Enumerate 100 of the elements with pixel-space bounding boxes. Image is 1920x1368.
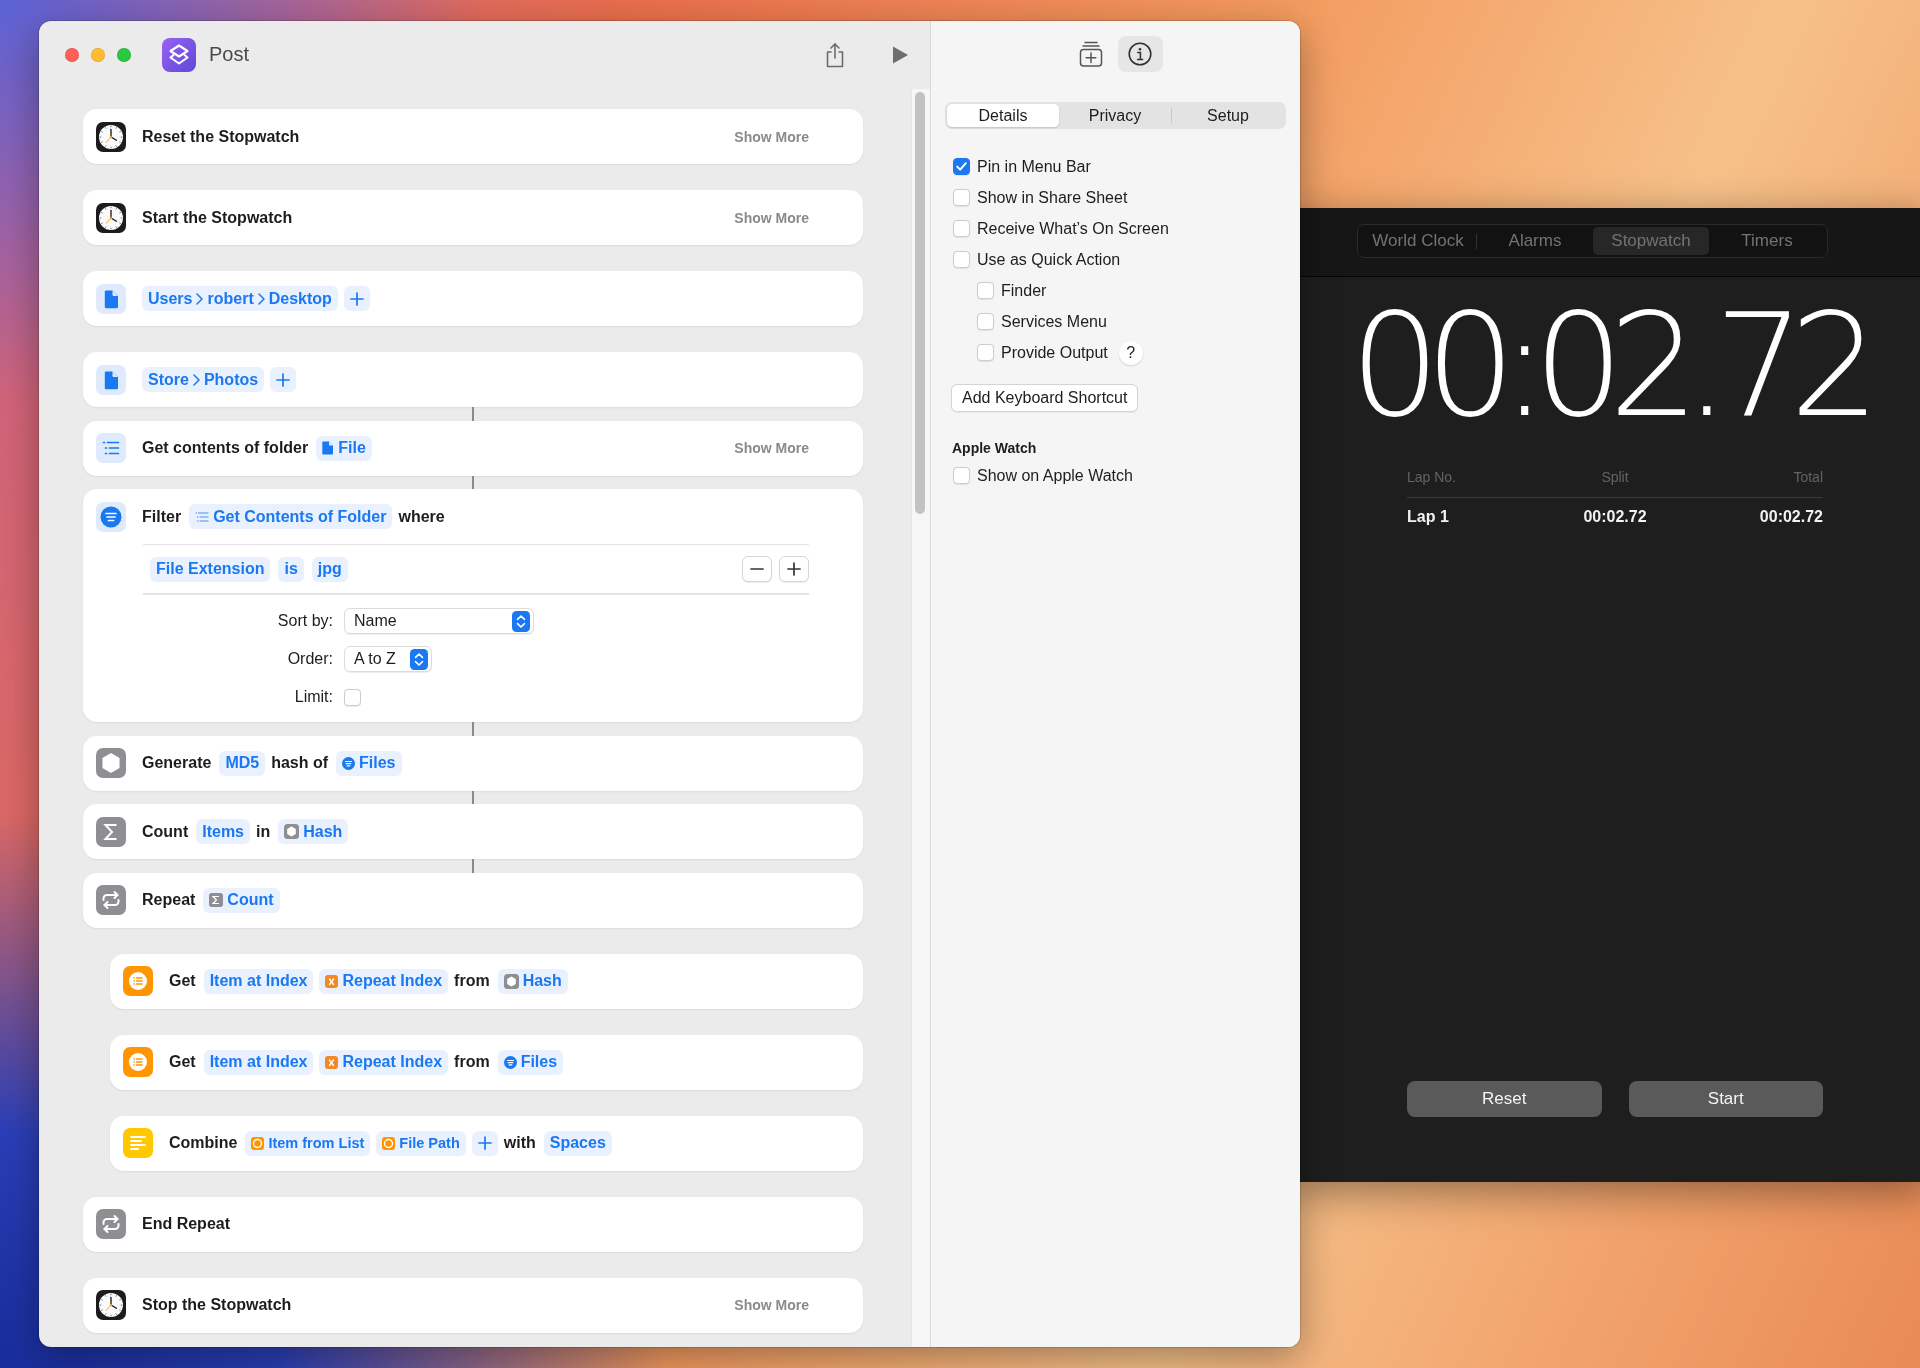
variable-token[interactable]: Files — [497, 1049, 564, 1075]
list-icon — [123, 1047, 153, 1077]
checkbox[interactable] — [953, 220, 970, 237]
text-lines-icon — [123, 1128, 153, 1158]
option-label: Pin in Menu Bar — [977, 157, 1091, 176]
parameter-token[interactable]: is — [278, 556, 304, 582]
field-label: Limit: — [294, 688, 333, 706]
add-condition-button[interactable] — [779, 556, 809, 582]
section-heading: Apple Watch — [952, 440, 1037, 456]
path-token[interactable]: Users robert Desktop — [142, 286, 338, 311]
checkbox[interactable] — [953, 189, 970, 206]
close-button[interactable] — [65, 47, 79, 62]
parameter-token[interactable]: Spaces — [543, 1130, 612, 1156]
parameter-token[interactable]: MD5 — [219, 750, 266, 776]
variable-token[interactable]: Hash — [497, 968, 568, 994]
sigma-icon — [96, 816, 126, 847]
action-label: where — [398, 507, 445, 526]
action-label: Get contents of folder — [142, 439, 309, 457]
action-label: Filter — [142, 507, 182, 526]
chevron-right-icon — [196, 292, 204, 305]
segment-tab[interactable]: Privacy — [1059, 104, 1171, 127]
action-label: Get — [169, 1053, 196, 1071]
action-label: from — [454, 972, 490, 990]
stopwatch-button[interactable]: Reset — [1407, 1081, 1602, 1117]
checkbox[interactable] — [953, 467, 970, 484]
add-button[interactable] — [270, 367, 297, 392]
path-token[interactable]: Store Photos — [142, 367, 265, 392]
info-icon — [1128, 42, 1152, 66]
checkmark-icon — [956, 162, 967, 171]
action-label: Reset the Stopwatch — [142, 127, 300, 146]
stopwatch-button[interactable]: Start — [1628, 1081, 1823, 1117]
chevron-right-icon — [257, 292, 265, 305]
checkbox[interactable] — [977, 313, 994, 330]
show-more-button[interactable]: Show More — [734, 440, 809, 456]
option-label: Receive What’s On Screen — [977, 219, 1169, 238]
checkbox[interactable] — [977, 282, 994, 299]
table-cell-text: 00:02.72 — [1583, 507, 1647, 527]
add-button[interactable] — [343, 286, 370, 311]
action-label: Generate — [142, 754, 212, 772]
segment-tab[interactable]: Alarms — [1477, 227, 1593, 255]
remove-condition-button[interactable] — [742, 556, 772, 582]
segment-tab[interactable]: Timers — [1709, 227, 1825, 255]
repeat-icon — [96, 885, 126, 915]
plus-icon — [349, 291, 364, 306]
popup-button[interactable]: A to Z — [344, 646, 432, 672]
stack-plus-icon — [1079, 41, 1103, 67]
help-button[interactable]: ? — [1118, 340, 1143, 365]
option-label: Finder — [1001, 281, 1047, 300]
parameter-token[interactable]: Item at Index — [203, 968, 314, 994]
keyboard-shortcut-button[interactable]: Add Keyboard Shortcut — [951, 384, 1139, 412]
variable-token[interactable]: Get Contents of Folder — [189, 504, 393, 529]
ring-icon — [382, 1136, 396, 1150]
segment-tab[interactable]: Setup — [1172, 104, 1284, 127]
popup-button[interactable]: Name — [344, 608, 534, 634]
field-label: Order: — [287, 650, 333, 668]
variable-token[interactable]: File Path — [376, 1130, 466, 1156]
clock-icon — [96, 1290, 126, 1320]
zoom-button[interactable] — [117, 47, 131, 62]
segment-tab[interactable]: Details — [947, 104, 1059, 127]
variable-token[interactable]: Files — [336, 750, 402, 776]
add-button[interactable] — [471, 1130, 498, 1156]
show-more-button[interactable]: Show More — [734, 1297, 809, 1313]
checkbox[interactable] — [953, 251, 970, 268]
list-icon — [123, 966, 153, 996]
column-header: Total — [1793, 468, 1823, 487]
parameter-token[interactable]: Item at Index — [203, 1049, 314, 1075]
checkbox[interactable] — [953, 158, 970, 175]
show-more-button[interactable]: Show More — [734, 209, 809, 226]
parameter-token[interactable]: File Extension — [150, 556, 271, 582]
field-label: Sort by: — [277, 612, 333, 630]
variable-token[interactable]: File — [316, 435, 372, 461]
segment-tab[interactable]: World Clock — [1360, 227, 1476, 255]
share-icon[interactable] — [824, 41, 846, 68]
variable-token[interactable]: Hash — [278, 819, 349, 844]
variable-x-icon — [325, 974, 339, 988]
action-label: Stop the Stopwatch — [142, 1296, 292, 1314]
list-icon — [96, 433, 126, 463]
segment-tab[interactable]: Stopwatch — [1593, 227, 1709, 255]
variable-token[interactable]: Count — [203, 887, 280, 913]
repeat-icon — [96, 1209, 126, 1239]
checkbox[interactable] — [977, 344, 994, 361]
hexagon-icon — [503, 973, 519, 989]
variable-token[interactable]: Repeat Index — [319, 968, 449, 994]
clock-icon — [96, 121, 126, 152]
scrollbar-thumb[interactable] — [915, 92, 925, 514]
table-cell-text: Lap 1 — [1407, 507, 1449, 527]
variable-token[interactable]: Repeat Index — [319, 1049, 449, 1075]
option-label: Provide Output — [1001, 343, 1108, 362]
parameter-token[interactable]: Items — [196, 819, 250, 844]
minimize-button[interactable] — [91, 47, 105, 62]
info-button[interactable] — [1117, 36, 1163, 72]
checkbox[interactable] — [344, 688, 361, 706]
variable-x-icon — [325, 1055, 339, 1069]
option-label: Show in Share Sheet — [977, 188, 1128, 207]
action-label: Count — [142, 822, 189, 841]
variable-token[interactable]: Item from List — [245, 1130, 371, 1156]
stopwatch-time: 00:02.72 — [1349, 295, 1867, 437]
parameter-token[interactable]: jpg — [311, 556, 348, 582]
show-more-button[interactable]: Show More — [734, 128, 809, 145]
play-icon[interactable] — [891, 44, 909, 65]
